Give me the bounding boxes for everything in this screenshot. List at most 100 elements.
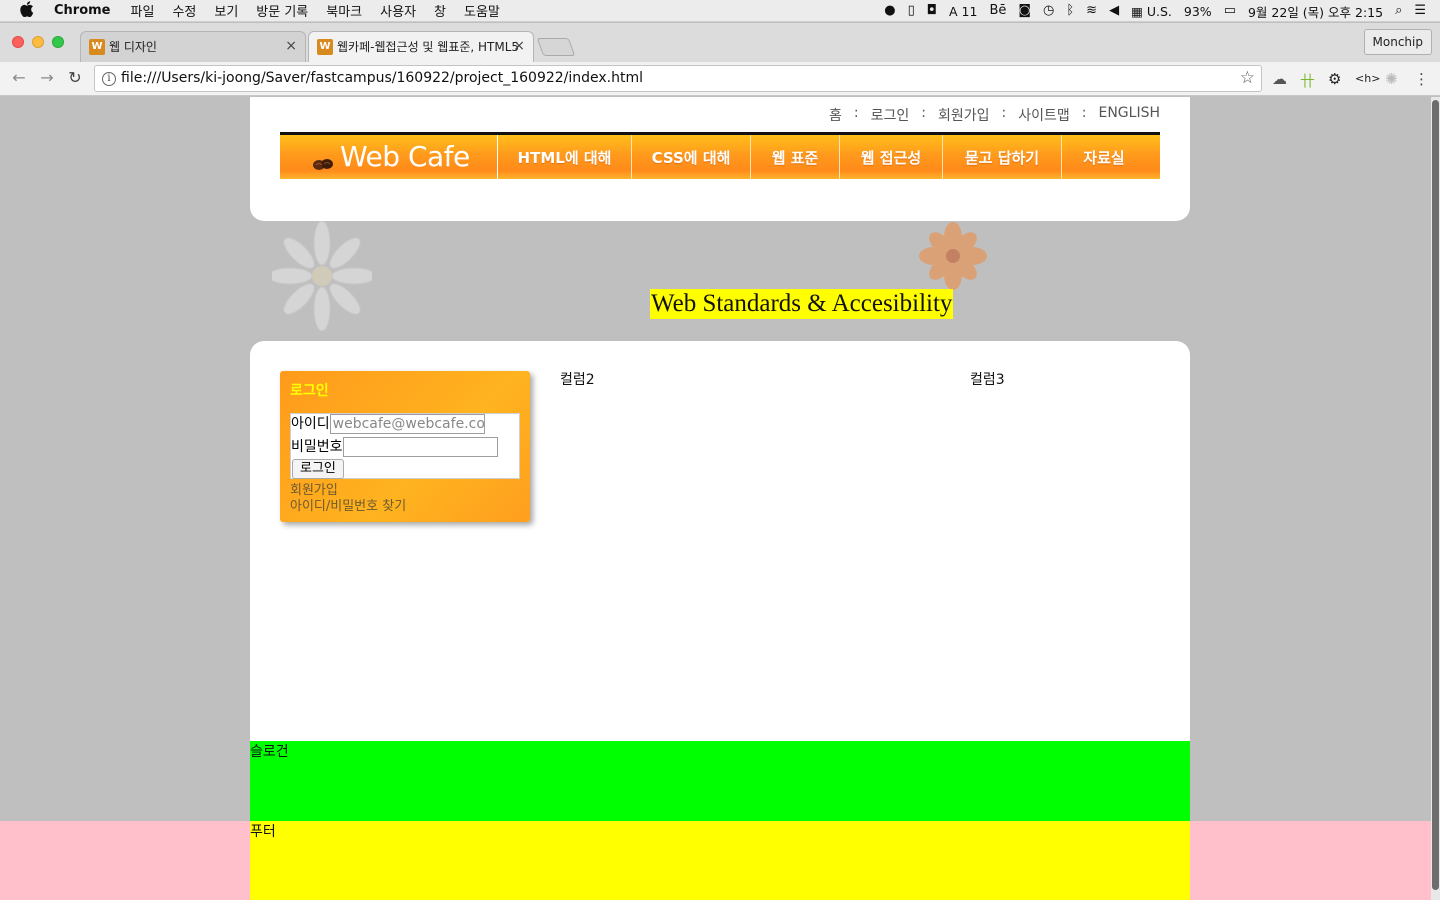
login-form: 아이디 webcafe@webcafe.com 비밀번호 로그인: [290, 413, 520, 479]
visual-heading: Web Standards & Accesibility: [650, 289, 954, 319]
browser-toolbar: ← → ↻ i file:///Users/ki-joong/Saver/fas…: [0, 62, 1440, 96]
column-3-heading: 컬럼3: [970, 372, 1005, 388]
column-2-heading: 컬럼2: [560, 372, 595, 388]
minimize-window-button[interactable]: [32, 36, 44, 48]
input-source-label: U.S.: [1146, 3, 1172, 19]
bookmark-star-icon[interactable]: ☆: [1240, 68, 1255, 88]
util-separator: :: [1081, 105, 1087, 121]
password-label: 비밀번호: [291, 439, 343, 455]
apple-icon[interactable]: [20, 0, 38, 21]
menu-app-name[interactable]: Chrome: [54, 3, 111, 18]
content-area: 로그인 아이디 webcafe@webcafe.com 비밀번호 로그인 회원가…: [250, 341, 1190, 761]
reload-icon[interactable]: ↻: [64, 67, 86, 89]
tab-title: 웹 디자인: [109, 40, 157, 54]
util-link-sitemap[interactable]: 사이트맵: [1018, 105, 1070, 125]
gnb-item-accessibility[interactable]: 웹 접근성: [840, 135, 943, 179]
puzzle-extension-icon[interactable]: ✺: [1385, 70, 1398, 88]
wifi-icon[interactable]: ≋: [1086, 4, 1097, 18]
forward-arrow-icon[interactable]: →: [36, 67, 58, 89]
window-controls: [12, 36, 64, 48]
address-bar[interactable]: i file:///Users/ki-joong/Saver/fastcampu…: [94, 65, 1262, 92]
close-window-button[interactable]: [12, 36, 24, 48]
menu-window[interactable]: 창: [434, 1, 446, 20]
find-account-link[interactable]: 아이디/비밀번호 찾기: [290, 495, 406, 514]
menu-history[interactable]: 방문 기록: [256, 1, 308, 20]
camera-app-icon[interactable]: ◘: [927, 4, 937, 18]
back-arrow-icon[interactable]: ←: [8, 67, 30, 89]
tab-web-design[interactable]: W 웹 디자인 ×: [80, 31, 306, 62]
gnb-item-html[interactable]: HTML에 대해: [498, 135, 632, 179]
info-icon[interactable]: i: [102, 72, 116, 86]
menu-view[interactable]: 보기: [214, 1, 238, 20]
logo-text: Web Cafe: [340, 140, 470, 173]
battery-icon: ▭: [1223, 3, 1236, 18]
address-text: file:///Users/ki-joong/Saver/fastcampus/…: [121, 70, 644, 86]
login-heading: 로그인: [290, 383, 329, 399]
site-logo[interactable]: Web Cafe: [280, 135, 498, 179]
site-header: 홈 : 로그인 : 회원가입 : 사이트맵 : ENGLISH Web Cafe…: [250, 97, 1190, 221]
notification-center-icon[interactable]: ☰: [1414, 4, 1426, 18]
password-input[interactable]: [342, 437, 498, 457]
input-source[interactable]: ▦ U.S.: [1131, 4, 1172, 19]
behance-icon[interactable]: Bē: [989, 4, 1006, 18]
adobe-count: 11: [961, 3, 978, 19]
gnb-item-web-standards[interactable]: 웹 표준: [751, 135, 840, 179]
tab-webcafe[interactable]: W 웹카페-웹접근성 및 웹표준, HTML5 ×: [308, 31, 534, 62]
time-machine-icon[interactable]: ◷: [1043, 4, 1054, 18]
id-input[interactable]: webcafe@webcafe.com: [329, 414, 485, 434]
gnb-item-css[interactable]: CSS에 대해: [632, 135, 751, 179]
menu-bar: Chrome 파일 수정 보기 방문 기록 북마크 사용자 창 도움말 ● ▯ …: [0, 0, 1440, 22]
webcafe-favicon-icon: W: [89, 39, 105, 55]
tag-extension-icon[interactable]: 卄: [1300, 70, 1315, 91]
adobe-icon[interactable]: A 11: [949, 4, 977, 19]
menu-edit[interactable]: 수정: [172, 1, 196, 20]
clock[interactable]: 9월 22일 (목) 오후 2:15: [1248, 2, 1383, 21]
footer-label: 푸터: [250, 824, 276, 840]
gnb-item-qna[interactable]: 묻고 답하기: [943, 135, 1062, 179]
profile-button[interactable]: Monchip: [1363, 29, 1432, 55]
zoom-window-button[interactable]: [52, 36, 64, 48]
password-row: 비밀번호: [291, 437, 498, 457]
cloud-extension-icon[interactable]: ☁: [1272, 70, 1287, 88]
close-icon[interactable]: ×: [285, 38, 297, 54]
status-tray: ● ▯ ◘ A 11 Bē ◙ ◷ ᛒ ≋ ◀ ▦ U.S. 93% ▭ 9월 …: [884, 0, 1426, 22]
utility-nav: 홈 : 로그인 : 회원가입 : 사이트맵 : ENGLISH: [829, 105, 1160, 125]
page-viewport: 홈 : 로그인 : 회원가입 : 사이트맵 : ENGLISH Web Cafe…: [0, 97, 1431, 900]
footer-outer: 푸터: [0, 821, 1431, 900]
webcafe-favicon-icon: W: [317, 39, 333, 55]
gnb-item-library[interactable]: 자료실: [1062, 135, 1146, 179]
util-link-home[interactable]: 홈: [829, 105, 842, 125]
spotlight-icon[interactable]: ⌕: [1395, 4, 1402, 18]
tab-strip: W 웹 디자인 × W 웹카페-웹접근성 및 웹표준, HTML5 × Monc…: [0, 23, 1440, 62]
scrollbar-thumb[interactable]: [1432, 100, 1439, 890]
tab-title: 웹카페-웹접근성 및 웹표준, HTML5: [337, 40, 520, 54]
util-separator: :: [853, 105, 859, 121]
util-link-english[interactable]: ENGLISH: [1098, 105, 1160, 125]
chat-bubble-icon[interactable]: ●: [884, 4, 895, 18]
battery-percent[interactable]: 93%: [1184, 4, 1212, 19]
util-link-join[interactable]: 회원가입: [938, 105, 990, 125]
html-extension-icon[interactable]: <h>: [1355, 72, 1380, 85]
menu-bookmarks[interactable]: 북마크: [326, 1, 362, 20]
volume-icon[interactable]: ◀: [1109, 4, 1119, 18]
global-nav: Web Cafe HTML에 대해 CSS에 대해 웹 표준 웹 접근성 묻고 …: [280, 132, 1160, 179]
slogan-label: 슬로건: [250, 744, 289, 760]
coffee-bean-icon: [313, 159, 333, 170]
bluetooth-icon[interactable]: ᛒ: [1066, 4, 1074, 18]
util-separator: :: [921, 105, 926, 121]
id-row: 아이디 webcafe@webcafe.com: [291, 414, 485, 434]
id-label: 아이디: [291, 416, 330, 432]
login-button[interactable]: 로그인: [292, 459, 344, 479]
util-link-login[interactable]: 로그인: [871, 105, 910, 125]
menu-people[interactable]: 사용자: [380, 1, 416, 20]
menu-file[interactable]: 파일: [131, 1, 155, 20]
slogan-section: 슬로건: [250, 741, 1190, 821]
new-tab-button[interactable]: [536, 38, 576, 56]
chrome-menu-icon[interactable]: ⋮: [1414, 70, 1429, 88]
white-flower-image: [272, 221, 372, 331]
notes-icon[interactable]: ▯: [908, 4, 915, 18]
close-icon[interactable]: ×: [513, 38, 525, 54]
menu-help[interactable]: 도움말: [464, 1, 500, 20]
screenshot-icon[interactable]: ◙: [1018, 4, 1031, 18]
gear-extension-icon[interactable]: ⚙: [1328, 70, 1341, 88]
